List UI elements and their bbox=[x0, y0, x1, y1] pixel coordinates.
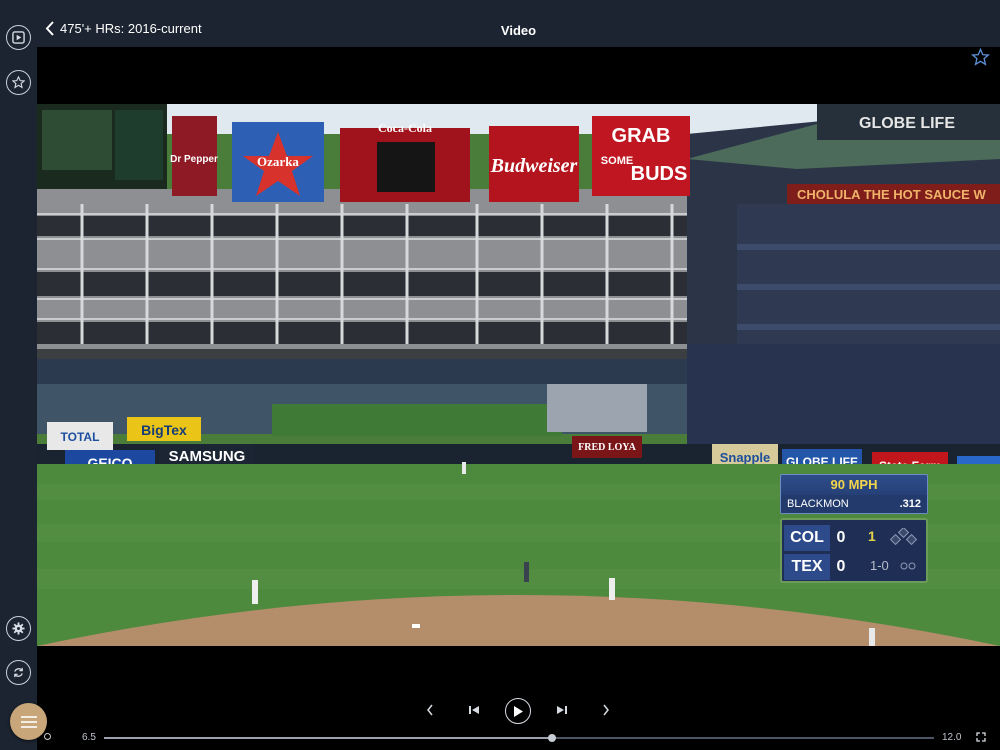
favorites-button[interactable] bbox=[6, 70, 31, 95]
coca-cola-sign: Coca-Cola bbox=[378, 121, 432, 135]
grab-sign: GRAB bbox=[612, 125, 671, 147]
time-end: 12.0 bbox=[942, 732, 962, 743]
home-team: TEX bbox=[784, 554, 830, 580]
skip-back-icon bbox=[469, 706, 479, 714]
ozarka-sign: Ozarka bbox=[257, 154, 299, 169]
page-title: Video bbox=[500, 23, 537, 38]
away-team: COL bbox=[784, 525, 830, 551]
budweiser-sign: Budweiser bbox=[490, 155, 578, 177]
timeline: 6.5 12.0 bbox=[0, 728, 1000, 748]
buds-sign: BUDS bbox=[631, 163, 688, 185]
prev-button[interactable] bbox=[422, 702, 438, 718]
favorite-star-icon[interactable] bbox=[971, 48, 990, 67]
play-icon bbox=[514, 705, 523, 717]
total-sign: TOTAL bbox=[61, 430, 100, 444]
score-panel: COL 0 TEX 0 1 1-0 bbox=[780, 518, 928, 583]
bases-icon bbox=[890, 528, 918, 546]
top-bar: 475'+ HRs: 2016-current Video bbox=[37, 0, 1000, 47]
playback-controls bbox=[37, 690, 1000, 730]
star-icon bbox=[12, 76, 25, 89]
dr-pepper-sign: Dr Pepper bbox=[170, 154, 218, 165]
video-library-button[interactable] bbox=[6, 25, 31, 50]
outs-icon bbox=[900, 562, 916, 570]
some-sign: SOME bbox=[601, 155, 633, 167]
batter-average: .312 bbox=[899, 498, 921, 510]
time-start: 6.5 bbox=[82, 732, 96, 743]
scrubber-fill bbox=[104, 737, 553, 739]
scrubber-thumb[interactable] bbox=[548, 734, 557, 742]
play-button[interactable] bbox=[505, 698, 531, 724]
left-rail bbox=[0, 0, 37, 750]
pitch-speed: 90 MPH bbox=[830, 477, 878, 492]
refresh-button[interactable] bbox=[6, 660, 31, 685]
samsung-sign: SAMSUNG bbox=[169, 448, 246, 465]
snapple-sign: Snapple bbox=[720, 450, 771, 465]
scorebug: 90 MPH BLACKMON .312 COL 0 TEX 0 1 1-0 bbox=[780, 474, 928, 583]
chevron-left-icon bbox=[427, 704, 433, 716]
settings-button[interactable] bbox=[6, 616, 31, 641]
fullscreen-icon[interactable] bbox=[976, 732, 986, 742]
globe-life-sign: GLOBE LIFE bbox=[859, 115, 955, 132]
video-icon bbox=[12, 31, 25, 44]
ball-strike-count: 1-0 bbox=[870, 558, 889, 573]
scrubber-track[interactable] bbox=[104, 734, 934, 742]
loop-indicator-icon[interactable] bbox=[44, 733, 51, 740]
skip-back-button[interactable] bbox=[466, 702, 482, 718]
gear-icon bbox=[12, 622, 25, 635]
pitch-info: 90 MPH BLACKMON .312 bbox=[780, 474, 928, 514]
cholula-sign: CHOLULA THE HOT SAUCE W bbox=[797, 187, 986, 202]
chevron-right-icon bbox=[603, 704, 609, 716]
away-score: 0 bbox=[836, 529, 846, 546]
next-button[interactable] bbox=[598, 702, 614, 718]
skip-forward-button[interactable] bbox=[554, 702, 570, 718]
skip-forward-icon bbox=[557, 706, 567, 714]
refresh-icon bbox=[14, 667, 23, 678]
home-score: 0 bbox=[836, 558, 846, 575]
fred-loya-sign: FRED LOYA bbox=[578, 442, 636, 453]
batter-info: BLACKMON .312 bbox=[781, 495, 927, 513]
inning: 1 bbox=[868, 528, 876, 544]
batter-name: BLACKMON bbox=[787, 498, 849, 510]
menu-button[interactable] bbox=[10, 703, 47, 740]
hamburger-icon bbox=[20, 715, 37, 728]
bigtex-sign: BigTex bbox=[141, 422, 187, 438]
